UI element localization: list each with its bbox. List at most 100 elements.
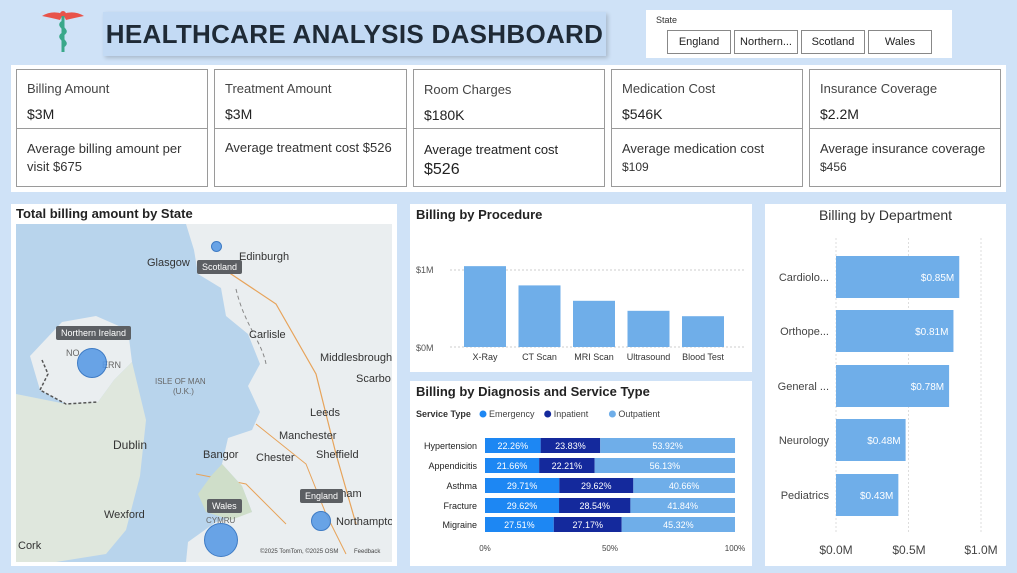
- procedure-chart-panel: Billing by Procedure $1M $0M X-Ray CT Sca…: [410, 204, 752, 372]
- procedure-category-label: Ultrasound: [627, 352, 671, 362]
- kpi-subvalue: $456: [820, 160, 847, 174]
- diagnosis-chart: Service Type 0% 50% 100% Emergency Inpati…: [416, 409, 745, 553]
- procedure-chart: $1M $0M X-Ray CT Scan MRI Scan Ultrasound Bl…: [416, 265, 746, 362]
- procedure-bar[interactable]: [682, 316, 724, 347]
- map-feedback-link[interactable]: Feedback: [354, 549, 380, 555]
- department-chart-panel: Billing by Department $0.0M $0.5M $1.0M …: [765, 204, 1006, 566]
- kpi-value: $180K: [424, 107, 465, 123]
- caduceus-icon: [38, 8, 88, 54]
- diagnosis-data-label: 28.54%: [579, 501, 610, 511]
- diagnosis-data-label: 45.32%: [663, 520, 694, 530]
- city-label: Glasgow: [147, 257, 190, 269]
- department-category-label: Neurology: [779, 435, 830, 447]
- city-label: Leeds: [310, 407, 340, 419]
- kpi-subvalue: $526: [424, 161, 460, 178]
- city-label: Northampto: [336, 516, 392, 528]
- slicer-option-england[interactable]: England: [667, 30, 731, 54]
- procedure-category-label: MRI Scan: [574, 352, 614, 362]
- procedure-bar[interactable]: [464, 266, 506, 347]
- procedure-bar[interactable]: [573, 300, 615, 347]
- city-label: Dublin: [113, 438, 148, 452]
- legend-label: Outpatient: [618, 409, 660, 419]
- kpi-subtext: Average treatment cost $526: [225, 140, 392, 155]
- kpi-insurance-sub-card: Average insurance coverage $456: [809, 128, 1001, 187]
- kpi-room-card: Room Charges $180K: [413, 69, 605, 129]
- map-label-england: England: [300, 489, 344, 503]
- department-data-label: $0.48M: [867, 436, 900, 447]
- city-label: Wexford: [104, 509, 145, 521]
- slicer-option-wales[interactable]: Wales: [868, 30, 932, 54]
- kpi-title: Treatment Amount: [225, 81, 332, 96]
- map-label-northern-ireland: Northern Ireland: [56, 326, 132, 340]
- city-label: Edinburgh: [239, 251, 290, 263]
- procedure-ytick-0m: $0M: [416, 343, 434, 353]
- diagnosis-data-label: 56.13%: [650, 461, 681, 471]
- slicer-option-northern-ireland[interactable]: Northern...: [734, 30, 798, 54]
- procedure-bar[interactable]: [518, 285, 561, 347]
- state-slicer: State England Northern... Scotland Wales: [646, 10, 952, 58]
- procedure-category-label: CT Scan: [522, 352, 557, 362]
- diagnosis-xtick: 0%: [479, 544, 491, 553]
- kpi-subtext: Average billing amount per visit $675: [27, 141, 182, 174]
- department-category-label: Cardiolo...: [779, 272, 829, 284]
- diagnosis-chart-panel: Billing by Diagnosis and Service Type Se…: [410, 381, 752, 566]
- kpi-title: Medication Cost: [622, 81, 716, 96]
- department-chart: $0.0M $0.5M $1.0M Cardiolo... $0.85M Ortho…: [778, 238, 998, 557]
- city-label: Middlesbrough: [320, 352, 392, 364]
- legend-marker: [544, 410, 552, 418]
- department-xtick: $1.0M: [964, 543, 997, 557]
- kpi-treatment-card: Treatment Amount $3M: [214, 69, 407, 129]
- procedure-category-label: X-Ray: [472, 352, 498, 362]
- diagnosis-category-label: Appendicitis: [428, 461, 477, 471]
- map-bubble-wales[interactable]: [204, 523, 238, 557]
- legend-marker: [479, 410, 487, 418]
- procedure-bar[interactable]: [627, 310, 670, 347]
- kpi-title: Billing Amount: [27, 81, 110, 96]
- legend-title: Service Type: [416, 409, 471, 419]
- kpi-subvalue: $109: [622, 160, 649, 174]
- city-label: ISLE OF MAN: [155, 377, 206, 386]
- kpi-room-sub-card: Average treatment cost $526: [413, 128, 605, 187]
- city-label: Manchester: [279, 430, 337, 442]
- diagnosis-data-label: 29.62%: [507, 501, 538, 511]
- billing-map[interactable]: Glasgow Edinburgh Carlisle Middlesbrough…: [16, 224, 392, 562]
- map-title: Total billing amount by State: [16, 206, 193, 221]
- kpi-title: Room Charges: [424, 82, 512, 97]
- kpi-billing-card: Billing Amount $3M: [16, 69, 208, 129]
- dashboard-title: HEALTHCARE ANALYSIS DASHBOARD: [103, 12, 606, 56]
- legend-label: Inpatient: [554, 409, 589, 419]
- diagnosis-data-label: 22.21%: [552, 461, 583, 471]
- city-label: Sheffield: [316, 449, 359, 461]
- diagnosis-category-label: Fracture: [443, 501, 477, 511]
- department-category-label: General ...: [778, 381, 829, 393]
- kpi-billing-sub-card: Average billing amount per visit $675: [16, 128, 208, 187]
- kpi-subtitle: Average insurance coverage: [820, 141, 986, 156]
- department-xtick: $0.5M: [892, 543, 925, 557]
- department-data-label: $0.43M: [860, 491, 893, 502]
- slicer-option-scotland[interactable]: Scotland: [801, 30, 865, 54]
- department-xtick: $0.0M: [819, 543, 852, 557]
- department-category-label: Pediatrics: [781, 490, 830, 502]
- diagnosis-xtick: 50%: [602, 544, 618, 553]
- map-panel: Total billing amount by State Glasgow Ed…: [11, 204, 397, 566]
- diagnosis-data-label: 53.92%: [652, 441, 683, 451]
- department-data-label: $0.85M: [921, 273, 954, 284]
- kpi-value: $2.2M: [820, 106, 859, 122]
- diagnosis-data-label: 27.51%: [504, 520, 535, 530]
- procedure-category-label: Blood Test: [682, 352, 724, 362]
- legend-marker: [608, 410, 616, 418]
- legend-label: Emergency: [489, 409, 535, 419]
- city-label: Carlisle: [249, 329, 286, 341]
- procedure-ytick-1m: $1M: [416, 265, 434, 275]
- map-bubble-northern-ireland[interactable]: [77, 348, 107, 378]
- city-label: Cork: [18, 540, 42, 552]
- diagnosis-data-label: 27.17%: [572, 520, 603, 530]
- kpi-title: Insurance Coverage: [820, 81, 938, 96]
- map-bubble-england[interactable]: [311, 511, 331, 531]
- kpi-subtitle: Average treatment cost: [424, 142, 559, 157]
- department-data-label: $0.78M: [911, 382, 944, 393]
- map-bubble-scotland[interactable]: [211, 241, 222, 252]
- kpi-insurance-card: Insurance Coverage $2.2M: [809, 69, 1001, 129]
- kpi-medication-card: Medication Cost $546K: [611, 69, 803, 129]
- city-label: Chester: [256, 452, 295, 464]
